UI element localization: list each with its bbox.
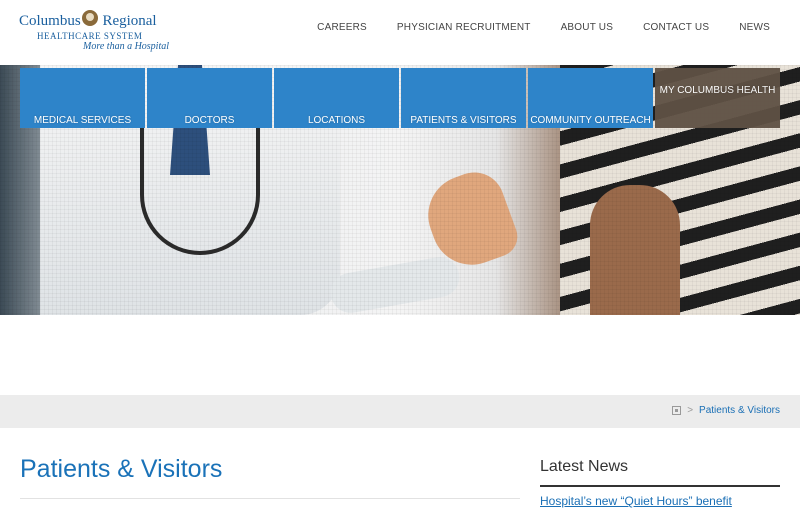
nav-locations[interactable]: LOCATIONS (274, 68, 399, 128)
title-divider (20, 498, 520, 499)
nav-my-columbus-health[interactable]: MY COLUMBUS HEALTH (655, 68, 780, 128)
topnav-contact-us[interactable]: CONTACT US (643, 22, 709, 33)
site-header: Columbus Regional HEALTHCARE SYSTEM More… (0, 0, 800, 65)
latest-news-divider (540, 485, 780, 487)
latest-news-heading: Latest News (540, 458, 629, 475)
logo[interactable]: Columbus Regional HEALTHCARE SYSTEM More… (19, 8, 179, 58)
breadcrumb-bar: > Patients & Visitors (0, 395, 800, 428)
home-icon[interactable] (672, 406, 682, 415)
nav-doctors[interactable]: DOCTORS (147, 68, 272, 128)
logo-word-regional: Regional (102, 13, 157, 29)
breadcrumb: > Patients & Visitors (672, 405, 780, 416)
nav-label: MEDICAL SERVICES (33, 115, 132, 126)
top-navigation: CAREERS PHYSICIAN RECRUITMENT ABOUT US C… (317, 22, 770, 33)
page-title: Patients & Visitors (20, 455, 223, 483)
nav-medical-services[interactable]: MEDICAL SERVICES (20, 68, 145, 128)
nav-label: PATIENTS & VISITORS (410, 115, 517, 126)
news-item-link[interactable]: Hospital’s new “Quiet Hours” benefit (540, 493, 780, 509)
nav-label: DOCTORS (184, 115, 235, 126)
nav-community-outreach[interactable]: COMMUNITY OUTREACH (528, 68, 653, 128)
logo-emblem-icon (82, 10, 98, 26)
nav-label: LOCATIONS (307, 115, 366, 126)
breadcrumb-current[interactable]: Patients & Visitors (699, 405, 780, 416)
topnav-about-us[interactable]: ABOUT US (561, 22, 614, 33)
nav-label: COMMUNITY OUTREACH (530, 115, 651, 126)
logo-tagline: More than a Hospital (83, 41, 170, 52)
breadcrumb-separator: > (687, 405, 694, 416)
topnav-careers[interactable]: CAREERS (317, 22, 367, 33)
main-navigation: MEDICAL SERVICES DOCTORS LOCATIONS PATIE… (20, 68, 780, 128)
nav-patients-visitors[interactable]: PATIENTS & VISITORS (401, 68, 526, 128)
logo-subtitle: HEALTHCARE SYSTEM (37, 31, 143, 41)
topnav-physician-recruitment[interactable]: PHYSICIAN RECRUITMENT (397, 22, 531, 33)
nav-label: MY COLUMBUS HEALTH (659, 85, 776, 96)
logo-word-columbus: Columbus (19, 13, 81, 29)
topnav-news[interactable]: NEWS (739, 22, 770, 33)
